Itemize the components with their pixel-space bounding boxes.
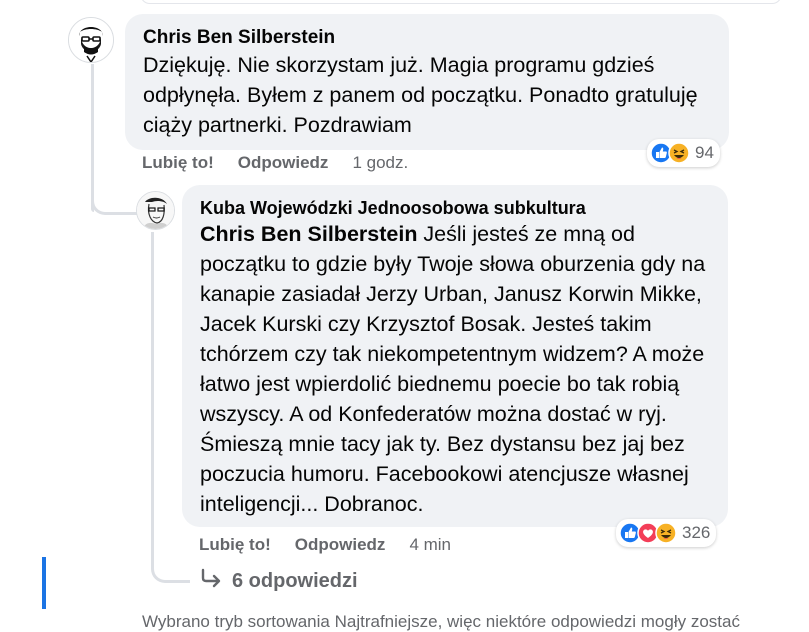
haha-icon (668, 142, 690, 164)
like-button[interactable]: Lubię to! (142, 153, 214, 173)
reply-actions: Lubię to! Odpowiedz 4 min (199, 535, 451, 555)
reply-body: Jeśli jesteś ze mną od początku to gdzie… (200, 222, 706, 516)
bearded-man-avatar-icon (69, 18, 113, 62)
comment-author[interactable]: Chris Ben Silberstein (143, 27, 335, 49)
reaction-count: 326 (682, 523, 711, 542)
reply-button[interactable]: Odpowiedz (295, 535, 386, 555)
avatar-chris[interactable] (68, 17, 114, 63)
reply-button[interactable]: Odpowiedz (238, 153, 329, 173)
sketch-portrait-avatar-icon (137, 192, 174, 229)
reactions-summary[interactable]: 94 (647, 139, 720, 167)
reply-thread-line (151, 232, 154, 567)
comment-text: Dziękuję. Nie skorzystam już. Magia prog… (143, 53, 698, 137)
view-replies-link[interactable]: 6 odpowiedzi (200, 568, 358, 594)
view-replies-label: 6 odpowiedzi (232, 569, 358, 592)
thread-line (91, 64, 94, 212)
reply-thread-connector (151, 552, 190, 583)
comment-actions: Lubię to! Odpowiedz 1 godz. (142, 153, 408, 173)
avatar-kuba[interactable] (136, 191, 175, 230)
sorting-notice: Wybrano tryb sortowania Najtrafniejsze, … (142, 612, 740, 631)
scroll-accent-bar (42, 557, 46, 609)
reply-text: Chris Ben Silberstein Jeśli jesteś ze mn… (200, 219, 724, 519)
haha-icon (655, 522, 677, 544)
comment-timestamp[interactable]: 1 godz. (352, 153, 408, 173)
mention-tag[interactable]: Chris Ben Silberstein (200, 222, 417, 246)
reply-timestamp[interactable]: 4 min (409, 535, 451, 555)
reply-arrow-icon (200, 568, 222, 594)
reply-author[interactable]: Kuba Wojewódzki Jednoosobowa subkultura (200, 198, 586, 219)
reactions-summary[interactable]: 326 (616, 519, 717, 547)
like-button[interactable]: Lubię to! (199, 535, 271, 555)
previous-card-edge (140, 0, 782, 4)
thread-connector (91, 196, 138, 215)
reaction-count: 94 (695, 143, 714, 162)
